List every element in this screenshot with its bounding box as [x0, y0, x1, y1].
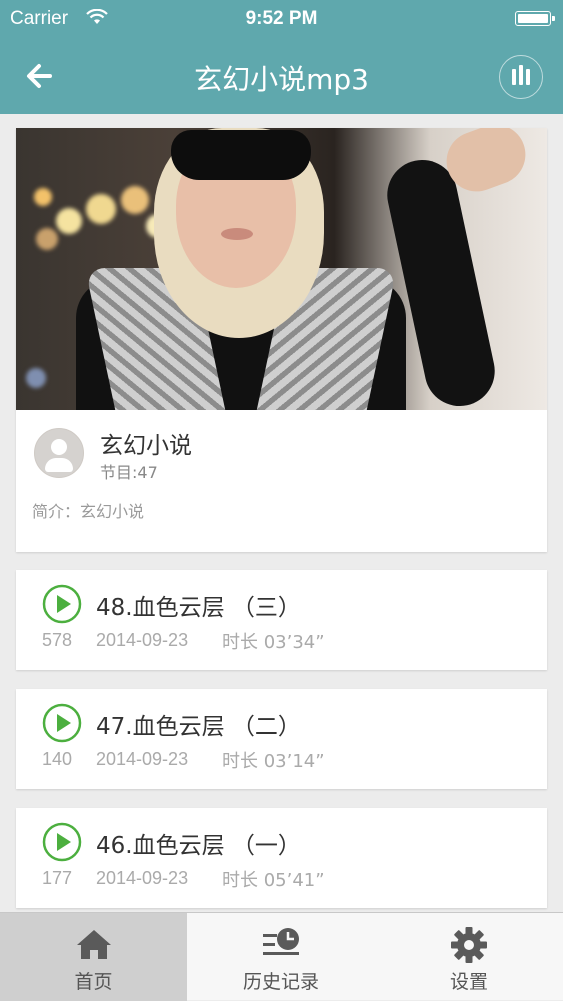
page-title: 玄幻小说mp3 [194, 63, 369, 96]
home-icon [76, 930, 111, 959]
episode-title: 46.血色云层 （一） [96, 833, 301, 859]
episode-play-count: 140 [42, 749, 73, 769]
battery-icon [515, 11, 555, 26]
tab-label: 设置 [449, 971, 488, 993]
album-cover-image [16, 128, 547, 410]
episode-date: 2014-09-23 [96, 630, 189, 650]
episode-duration: 时长 05’41” [222, 870, 325, 891]
album-avatar [34, 428, 84, 478]
album-card: 玄幻小说 节目:47 简介：玄幻小说 [16, 128, 547, 552]
episode-item[interactable]: 48.血色云层 （三） 578 2014-09-23 时长 03’34” [16, 570, 547, 670]
clock: 9:52 PM [245, 8, 318, 29]
album-episode-count: 节目:47 [100, 463, 158, 482]
gear-icon [451, 927, 487, 963]
episode-play-count: 578 [42, 630, 73, 650]
album-description: 简介：玄幻小说 [32, 502, 145, 521]
now-playing-button[interactable] [499, 55, 543, 99]
episode-duration: 时长 03’34” [222, 632, 325, 653]
episode-item[interactable]: 46.血色云层 （一） 177 2014-09-23 时长 05’41” [16, 808, 547, 908]
episode-date: 2014-09-23 [96, 868, 189, 888]
play-icon[interactable] [42, 584, 82, 624]
play-icon[interactable] [42, 822, 82, 862]
episode-title: 48.血色云层 （三） [96, 595, 301, 621]
episode-title: 47.血色云层 （二） [96, 714, 301, 740]
episode-item[interactable]: 47.血色云层 （二） 140 2014-09-23 时长 03’14” [16, 689, 547, 789]
tab-bar: 首页 历史记录 设置 [0, 912, 563, 1001]
episode-duration: 时长 03’14” [222, 751, 325, 772]
tab-label: 历史记录 [242, 971, 319, 993]
navigation-bar: 玄幻小说mp3 [0, 38, 563, 114]
album-name: 玄幻小说 [100, 433, 192, 459]
episode-play-count: 177 [42, 868, 73, 888]
tab-history[interactable]: 历史记录 [187, 913, 375, 1001]
episode-date: 2014-09-23 [96, 749, 189, 769]
tab-home[interactable]: 首页 [0, 913, 187, 1001]
tab-settings[interactable]: 设置 [375, 913, 563, 1001]
history-icon [263, 928, 299, 955]
status-bar: Carrier 9:52 PM [0, 0, 563, 38]
tab-label: 首页 [74, 971, 113, 993]
play-icon[interactable] [42, 703, 82, 743]
